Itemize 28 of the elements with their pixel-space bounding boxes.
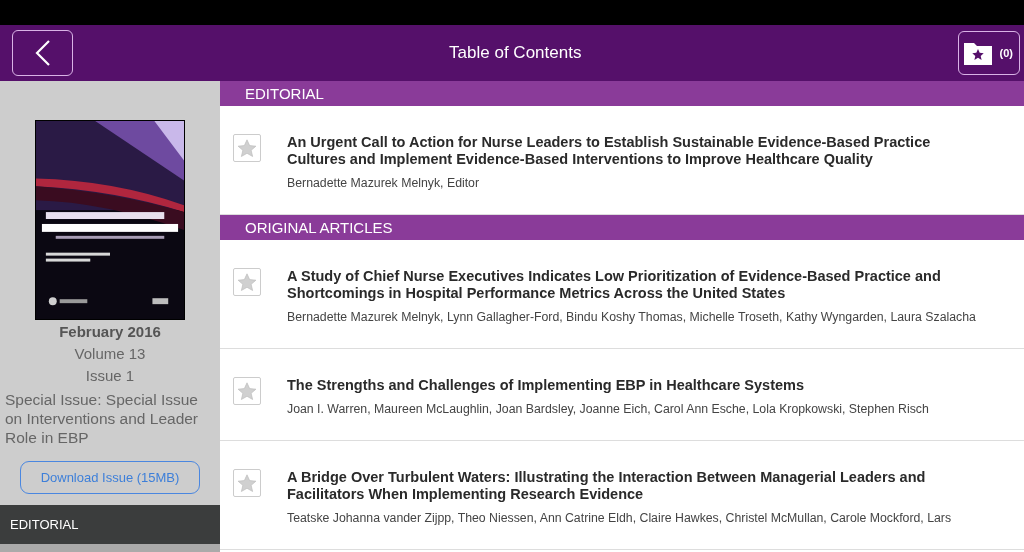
article-title[interactable]: A Bridge Over Turbulent Waters: Illustrating the Interaction Between Managerial Leaders and Facilitators When Implementing Research Evidence xyxy=(287,469,967,503)
section-header: ORIGINAL ARTICLES xyxy=(220,215,1024,240)
article-title[interactable]: The Strengths and Challenges of Implementing EBP in Healthcare Systems xyxy=(287,377,929,394)
page-title: Table of Contents xyxy=(449,43,582,63)
back-icon xyxy=(33,39,52,67)
article-authors: Bernadette Mazurek Melnyk, Lynn Gallagher-Ford, Bindu Koshy Thomas, Michelle Troseth, Kathy Wyngarden, Laura Szalacha xyxy=(287,309,976,325)
issue-description: Special Issue: Special Issue on Interventions and Leader Role in EBP xyxy=(4,390,200,447)
issue-volume: Volume 13 xyxy=(74,345,146,362)
star-icon xyxy=(237,138,257,158)
article-title[interactable]: An Urgent Call to Action for Nurse Leaders to Establish Sustainable Evidence-Based Practice Cultures and Implement Evidence-Based Interventions to Improve Healthcare Quality xyxy=(287,134,967,168)
star-icon xyxy=(237,473,257,493)
section-header: EDITORIAL xyxy=(220,81,1024,106)
section-nav-item[interactable]: EDITORIAL xyxy=(0,505,220,544)
folder-star-icon xyxy=(962,40,993,66)
article-authors: Teatske Johanna vander Zijpp, Theo Niessen, Ann Catrine Eldh, Claire Hawkes, Christel McMullan, Carole Mockford, Lars xyxy=(287,510,953,526)
favorite-button[interactable] xyxy=(233,469,261,497)
article-title[interactable]: A Study of Chief Nurse Executives Indicates Low Prioritization of Evidence-Based Practice and Shortcomings in Hospital Performance Metrics Across the United States xyxy=(287,268,967,302)
star-icon xyxy=(237,381,257,401)
saved-articles-button[interactable]: (0) xyxy=(957,31,1020,75)
back-button[interactable] xyxy=(12,30,73,76)
article-authors: Joan I. Warren, Maureen McLaughlin, Joan Bardsley, Joanne Eich, Carol Ann Esche, Lola Kropkowski, Stephen Risch xyxy=(287,401,929,417)
favorite-button[interactable] xyxy=(233,377,261,405)
favorite-button[interactable] xyxy=(233,268,261,296)
article-authors: Bernadette Mazurek Melnyk, Editor xyxy=(287,175,481,191)
star-icon xyxy=(237,272,257,292)
favorite-button[interactable] xyxy=(233,134,261,162)
issue-date: February 2016 xyxy=(59,323,161,340)
issue-number: Issue 1 xyxy=(85,367,135,384)
